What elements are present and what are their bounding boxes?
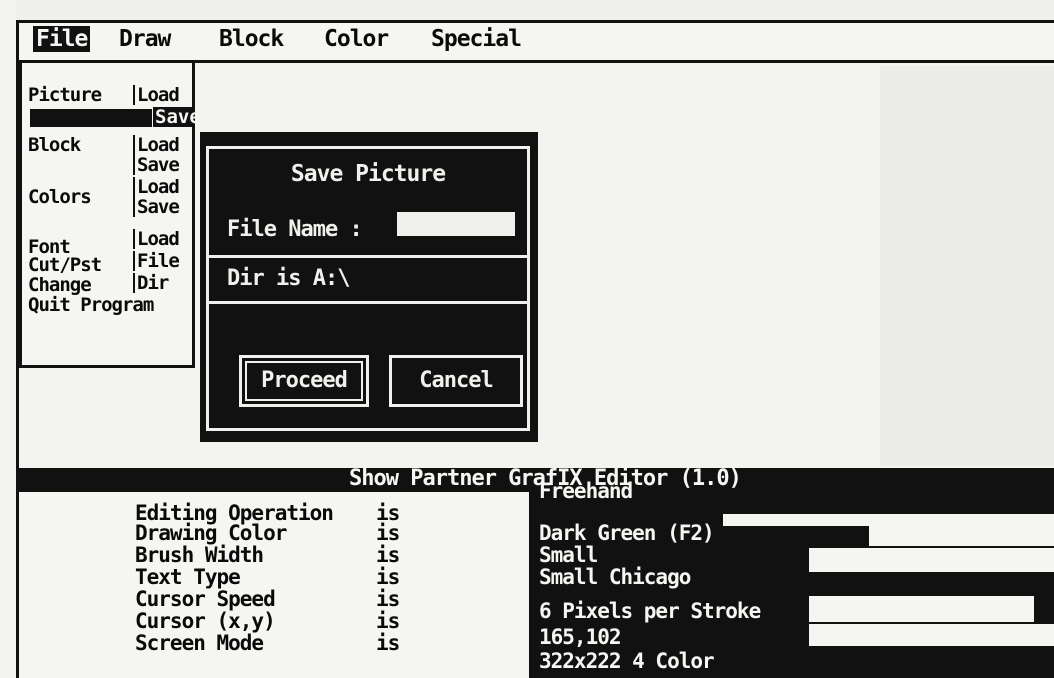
status-bar-graphic bbox=[809, 548, 1054, 572]
menu-item-colors-load[interactable]: Load bbox=[133, 177, 180, 197]
menu-group-block: Block bbox=[28, 134, 81, 156]
screen: File Draw Block Color Special Save Pictu… bbox=[0, 0, 1054, 678]
status-bar-graphic bbox=[849, 492, 1054, 514]
photo-margin-left bbox=[0, 0, 16, 678]
status-value-screen-mode: 322x222 4 Color bbox=[539, 649, 715, 673]
menu-draw[interactable]: Draw bbox=[119, 26, 171, 52]
status-value-cursor-xy: 165,102 bbox=[539, 625, 622, 649]
menu-group-change: Change bbox=[28, 274, 92, 296]
status-value-editing-operation: Freehand bbox=[539, 479, 633, 503]
save-picture-dialog: Save Picture File Name : Dir is A:\ Proc… bbox=[200, 132, 538, 442]
dialog-title: Save Picture bbox=[290, 161, 446, 187]
menu-group-picture: Picture bbox=[28, 84, 102, 106]
cancel-button-label: Cancel bbox=[419, 368, 493, 393]
status-is: is bbox=[376, 565, 400, 589]
status-label-cursor-xy: Cursor (x,y) bbox=[135, 609, 276, 633]
status-bar-graphic bbox=[869, 526, 1054, 546]
menu-item-block-save[interactable]: Save bbox=[133, 155, 180, 175]
status-is: is bbox=[376, 609, 400, 633]
status-is: is bbox=[376, 631, 400, 655]
menu-item-picture-load[interactable]: Load bbox=[133, 85, 180, 105]
status-is: is bbox=[376, 521, 400, 545]
menu-block[interactable]: Block bbox=[219, 26, 284, 52]
menu-file[interactable]: File bbox=[33, 26, 91, 52]
status-is: is bbox=[376, 587, 400, 611]
file-name-label: File Name : bbox=[227, 217, 363, 242]
menu-group-cutpst: Cut/Pst bbox=[28, 254, 102, 276]
status-bar-graphic bbox=[889, 514, 1054, 524]
status-value-drawing-color: Dark Green (F2) bbox=[539, 521, 715, 545]
status-label-drawing-color: Drawing Color bbox=[135, 521, 287, 545]
status-value-brush-width: Small bbox=[539, 543, 598, 567]
dialog-divider bbox=[209, 255, 527, 258]
status-is: is bbox=[376, 543, 400, 567]
menu-color[interactable]: Color bbox=[324, 26, 389, 52]
status-bar-graphic bbox=[809, 596, 1034, 622]
proceed-button[interactable]: Proceed bbox=[239, 355, 369, 407]
status-bar-graphic bbox=[809, 624, 1054, 646]
directory-text: Dir is A:\ bbox=[227, 266, 350, 291]
status-label-brush-width: Brush Width bbox=[135, 543, 264, 567]
photo-margin-top bbox=[0, 0, 1054, 20]
menu-item-block-load[interactable]: Load bbox=[133, 135, 180, 155]
menu-item-cutpst-file[interactable]: File bbox=[133, 251, 180, 271]
status-label-cursor-speed: Cursor Speed bbox=[135, 587, 276, 611]
status-value-text-type: Small Chicago bbox=[539, 565, 691, 589]
menu-item-picture-save[interactable]: Save bbox=[153, 107, 201, 127]
file-name-input[interactable] bbox=[397, 212, 515, 236]
menu-highlight-bar bbox=[30, 109, 152, 127]
menu-item-colors-save[interactable]: Save bbox=[133, 197, 180, 217]
status-label-screen-mode: Screen Mode bbox=[135, 631, 264, 655]
status-label-text-type: Text Type bbox=[135, 565, 241, 589]
status-title-bar: Show Partner GrafIX Editor (1.0) bbox=[19, 466, 1054, 492]
button-inner-border bbox=[245, 361, 363, 401]
status-value-cursor-speed: 6 Pixels per Stroke bbox=[539, 599, 761, 623]
menu-item-change-dir[interactable]: Dir bbox=[133, 273, 169, 293]
file-menu-panel: Save Picture Load Block Load Save Colors… bbox=[19, 63, 201, 368]
menu-item-font-load[interactable]: Load bbox=[133, 229, 180, 249]
menubar: File Draw Block Color Special bbox=[19, 23, 1054, 63]
menu-group-colors: Colors bbox=[28, 186, 92, 208]
menu-special[interactable]: Special bbox=[431, 26, 522, 52]
dialog-divider bbox=[209, 301, 527, 304]
status-panel: Editing Operation is Freehand Drawing Co… bbox=[19, 480, 1054, 678]
cancel-button[interactable]: Cancel bbox=[389, 355, 523, 407]
dialog-inner-frame: Save Picture File Name : Dir is A:\ Proc… bbox=[206, 146, 530, 431]
menu-item-quit-program[interactable]: Quit Program bbox=[28, 295, 154, 315]
